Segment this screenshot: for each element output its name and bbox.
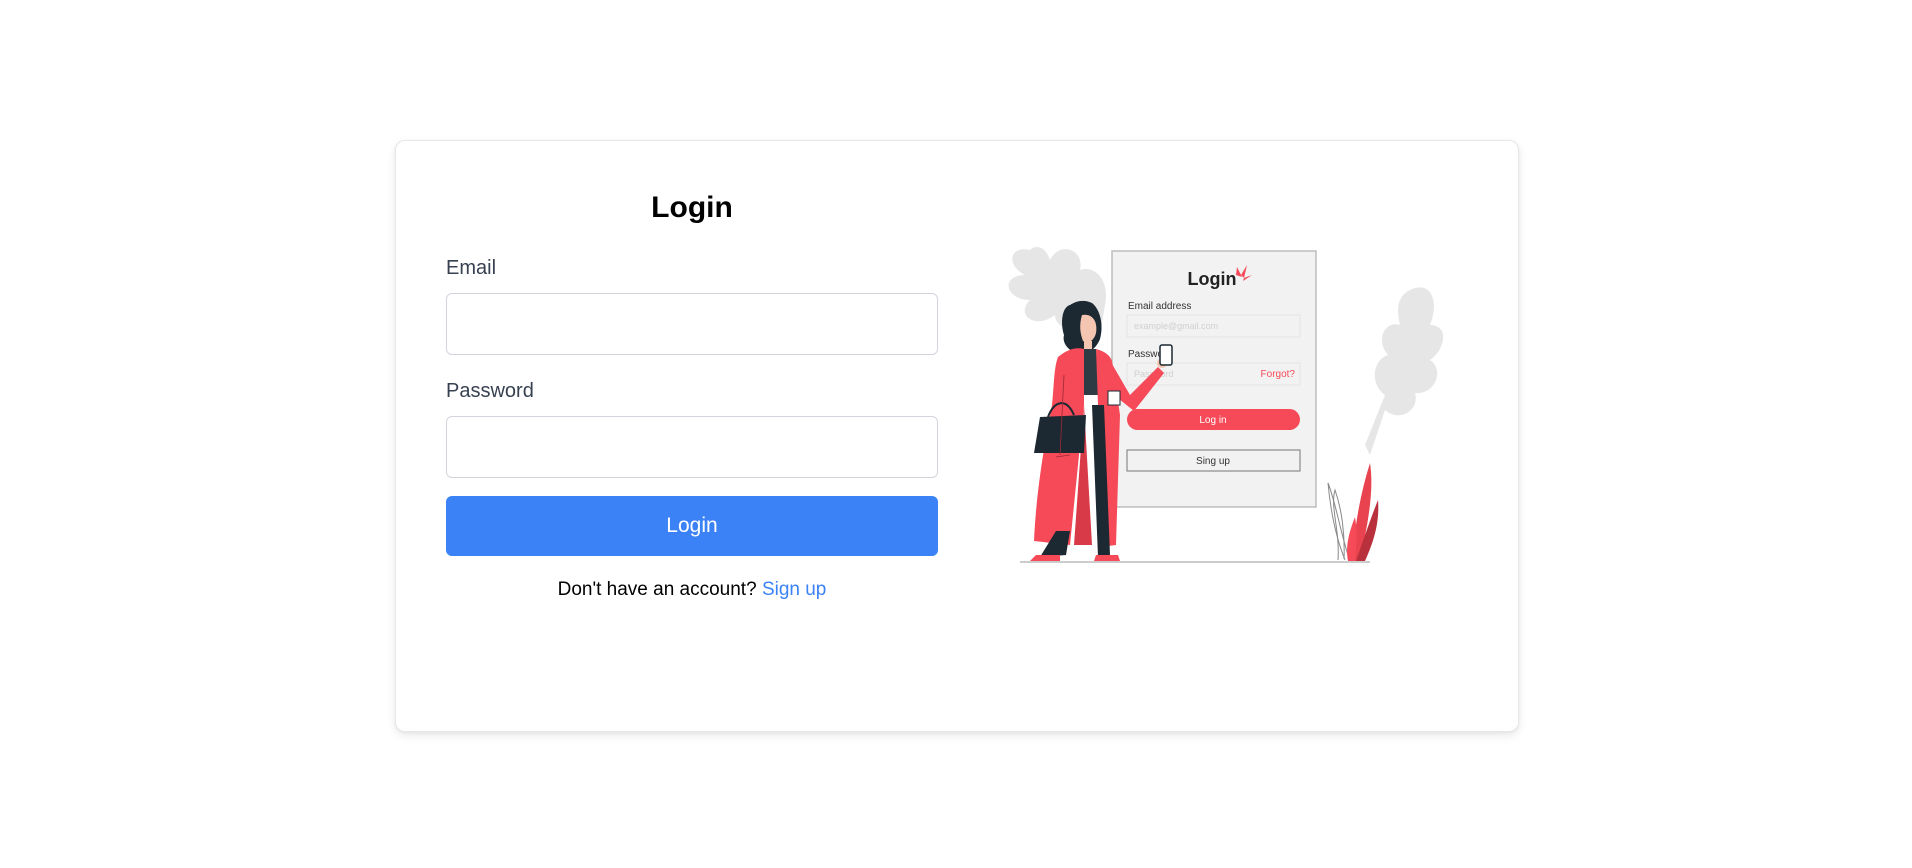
mini-forgot-link: Forgot? (1261, 369, 1296, 380)
page-title: Login (651, 191, 733, 224)
email-label: Email (446, 257, 497, 279)
mini-login-panel: Login Email address example@gmail.com Pa… (1111, 250, 1317, 508)
red-plant-illustration (1347, 463, 1379, 561)
mini-email-placeholder: example@gmail.com (1134, 321, 1218, 331)
login-illustration: Login Email address example@gmail.com Pa… (1008, 247, 1444, 563)
mini-signup-button-label: Sing up (1196, 456, 1230, 467)
password-input[interactable] (446, 416, 938, 478)
leaf-right-illustration (1365, 287, 1444, 455)
email-input[interactable] (446, 293, 938, 355)
mini-login-button-label: Log in (1199, 415, 1226, 426)
outline-plant-illustration (1327, 482, 1349, 561)
signup-prompt-row: Don't have an account? Sign up (446, 579, 938, 601)
login-button[interactable]: Login (446, 496, 938, 556)
mini-title: Login (1188, 269, 1237, 289)
password-label: Password (446, 380, 534, 402)
signup-prompt-text: Don't have an account? (557, 579, 757, 600)
login-card: Login Email Password Login Don't have an… (395, 140, 1519, 732)
mini-email-label: Email address (1128, 301, 1191, 312)
phone-icon (1159, 344, 1173, 366)
coffee-cup-icon (1107, 390, 1121, 406)
signup-link[interactable]: Sign up (762, 579, 826, 600)
